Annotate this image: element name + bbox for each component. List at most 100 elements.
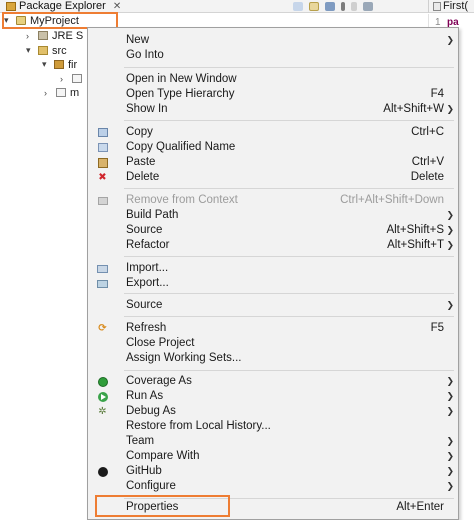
maximize-icon[interactable] (363, 2, 373, 11)
menu-item-open-in-new-window[interactable]: Open in New Window (88, 72, 458, 87)
submenu-arrow-icon: ❯ (446, 104, 454, 114)
tree-item-package[interactable]: ▾ fir (42, 58, 77, 71)
submenu-arrow-icon: ❯ (446, 225, 454, 235)
menu-item-shortcut: Delete (410, 171, 444, 183)
chevron-down-icon[interactable]: ▾ (26, 45, 34, 56)
menu-item-label: GitHub (126, 465, 162, 477)
menu-item-delete[interactable]: ✖ Delete Delete (88, 170, 458, 185)
tree-item-file[interactable]: › (60, 72, 86, 85)
menu-item-label: Build Path (126, 209, 179, 221)
menu-item-shortcut: Alt+Shift+W (383, 103, 444, 115)
tree-item-label: fir (68, 58, 78, 71)
chevron-right-icon[interactable]: › (26, 31, 34, 41)
view-toolbar (293, 0, 373, 13)
menu-separator (124, 256, 454, 257)
menu-item-copy[interactable]: Copy Ctrl+C (88, 125, 458, 140)
chevron-down-icon[interactable]: ▾ (4, 15, 12, 26)
menu-item-close-project[interactable]: Close Project (88, 336, 458, 351)
library-icon (38, 31, 48, 40)
submenu-arrow-icon: ❯ (446, 466, 454, 476)
menu-separator (124, 370, 454, 371)
view-menu-icon[interactable] (341, 2, 345, 11)
menu-item-team[interactable]: Team ❯ (88, 434, 458, 449)
submenu-arrow-icon: ❯ (446, 481, 454, 491)
collapse-all-icon[interactable] (293, 2, 303, 11)
menu-item-paste[interactable]: Paste Ctrl+V (88, 155, 458, 170)
menu-item-label: Source (126, 299, 163, 311)
java-file-icon (433, 2, 441, 11)
menu-item-debug-as[interactable]: ✲ Debug As ❯ (88, 404, 458, 419)
menu-item-run-as[interactable]: Run As ❯ (88, 389, 458, 404)
tree-item-src[interactable]: ▾ src (26, 44, 67, 57)
menu-item-shortcut: Alt+Enter (396, 501, 444, 513)
menu-separator (124, 316, 454, 317)
delete-icon: ✖ (98, 172, 107, 183)
menu-item-label: Export... (126, 277, 169, 289)
paste-icon (97, 157, 108, 168)
menu-item-label: Debug As (126, 405, 176, 417)
tree-item-label: JRE S (52, 29, 84, 42)
menu-item-copy-qualified-name[interactable]: Copy Qualified Name (88, 140, 458, 155)
menu-item-label: Refactor (126, 239, 170, 251)
menu-item-assign-working-sets[interactable]: Assign Working Sets... (88, 351, 458, 366)
menu-item-shortcut: Ctrl+C (411, 126, 444, 138)
menu-item-label: Run As (126, 390, 164, 402)
menu-item-build-path[interactable]: Build Path ❯ (88, 208, 458, 223)
menu-item-source-submenu[interactable]: Source ❯ (88, 298, 458, 313)
menu-item-coverage-as[interactable]: Coverage As ❯ (88, 374, 458, 389)
menu-item-label: Restore from Local History... (126, 420, 271, 432)
menu-item-label: Copy (126, 126, 153, 138)
chevron-down-icon[interactable]: ▾ (42, 59, 50, 70)
refresh-icon: ⟳ (98, 323, 107, 334)
menu-item-source[interactable]: Source Alt+Shift+S ❯ (88, 223, 458, 238)
tree-item-other[interactable]: › m (44, 86, 79, 99)
menu-item-compare-with[interactable]: Compare With ❯ (88, 449, 458, 464)
menu-item-export[interactable]: Export... (88, 276, 458, 291)
tree-item-jre[interactable]: › JRE S (26, 29, 83, 42)
tree-item-project[interactable]: ▾ MyProject (4, 14, 79, 27)
export-icon (97, 278, 108, 289)
menu-item-configure[interactable]: Configure ❯ (88, 479, 458, 494)
package-icon (54, 60, 64, 69)
menu-item-label: Paste (126, 156, 156, 168)
editor-tab[interactable]: First( (428, 0, 468, 13)
submenu-arrow-icon: ❯ (446, 436, 454, 446)
menu-item-restore-from-local-history[interactable]: Restore from Local History... (88, 419, 458, 434)
link-with-editor-icon[interactable] (309, 2, 319, 11)
menu-separator (124, 120, 454, 121)
menu-item-refactor[interactable]: Refactor Alt+Shift+T ❯ (88, 238, 458, 253)
menu-item-label: Remove from Context (126, 194, 238, 206)
menu-item-label: Show In (126, 103, 168, 115)
submenu-arrow-icon: ❯ (446, 391, 454, 401)
source-folder-icon (38, 46, 48, 55)
chevron-right-icon[interactable]: › (60, 74, 68, 84)
debug-icon: ✲ (98, 406, 107, 417)
chevron-right-icon[interactable]: › (44, 88, 52, 98)
minimize-icon[interactable] (351, 2, 357, 11)
filters-icon[interactable] (325, 2, 335, 11)
menu-item-go-into[interactable]: Go Into (88, 48, 458, 63)
menu-item-remove-from-context: Remove from Context Ctrl+Alt+Shift+Down (88, 193, 458, 208)
menu-item-label: Copy Qualified Name (126, 141, 236, 153)
menu-item-import[interactable]: Import... (88, 261, 458, 276)
menu-item-label: Refresh (126, 322, 167, 334)
menu-item-label: Assign Working Sets... (126, 352, 242, 364)
menu-item-new[interactable]: New ❯ (88, 33, 458, 48)
submenu-arrow-icon: ❯ (446, 406, 454, 416)
menu-item-show-in[interactable]: Show In Alt+Shift+W ❯ (88, 102, 458, 117)
project-icon (16, 16, 26, 25)
editor-tab-label: First( (443, 0, 469, 12)
java-file-icon (72, 74, 82, 83)
menu-item-label: Go Into (126, 49, 164, 61)
file-icon (56, 88, 66, 97)
context-menu: New ❯ Go Into Open in New Window Open Ty… (87, 27, 459, 520)
menu-item-refresh[interactable]: ⟳ Refresh F5 (88, 321, 458, 336)
menu-item-open-type-hierarchy[interactable]: Open Type Hierarchy F4 (88, 87, 458, 102)
submenu-arrow-icon: ❯ (446, 210, 454, 220)
menu-item-label: Team (126, 435, 155, 447)
menu-item-github[interactable]: GitHub ❯ (88, 464, 458, 479)
menu-item-shortcut: Ctrl+Alt+Shift+Down (340, 194, 444, 206)
menu-item-shortcut: F4 (430, 88, 444, 100)
menu-separator (124, 293, 454, 294)
menu-item-label: Close Project (126, 337, 195, 349)
